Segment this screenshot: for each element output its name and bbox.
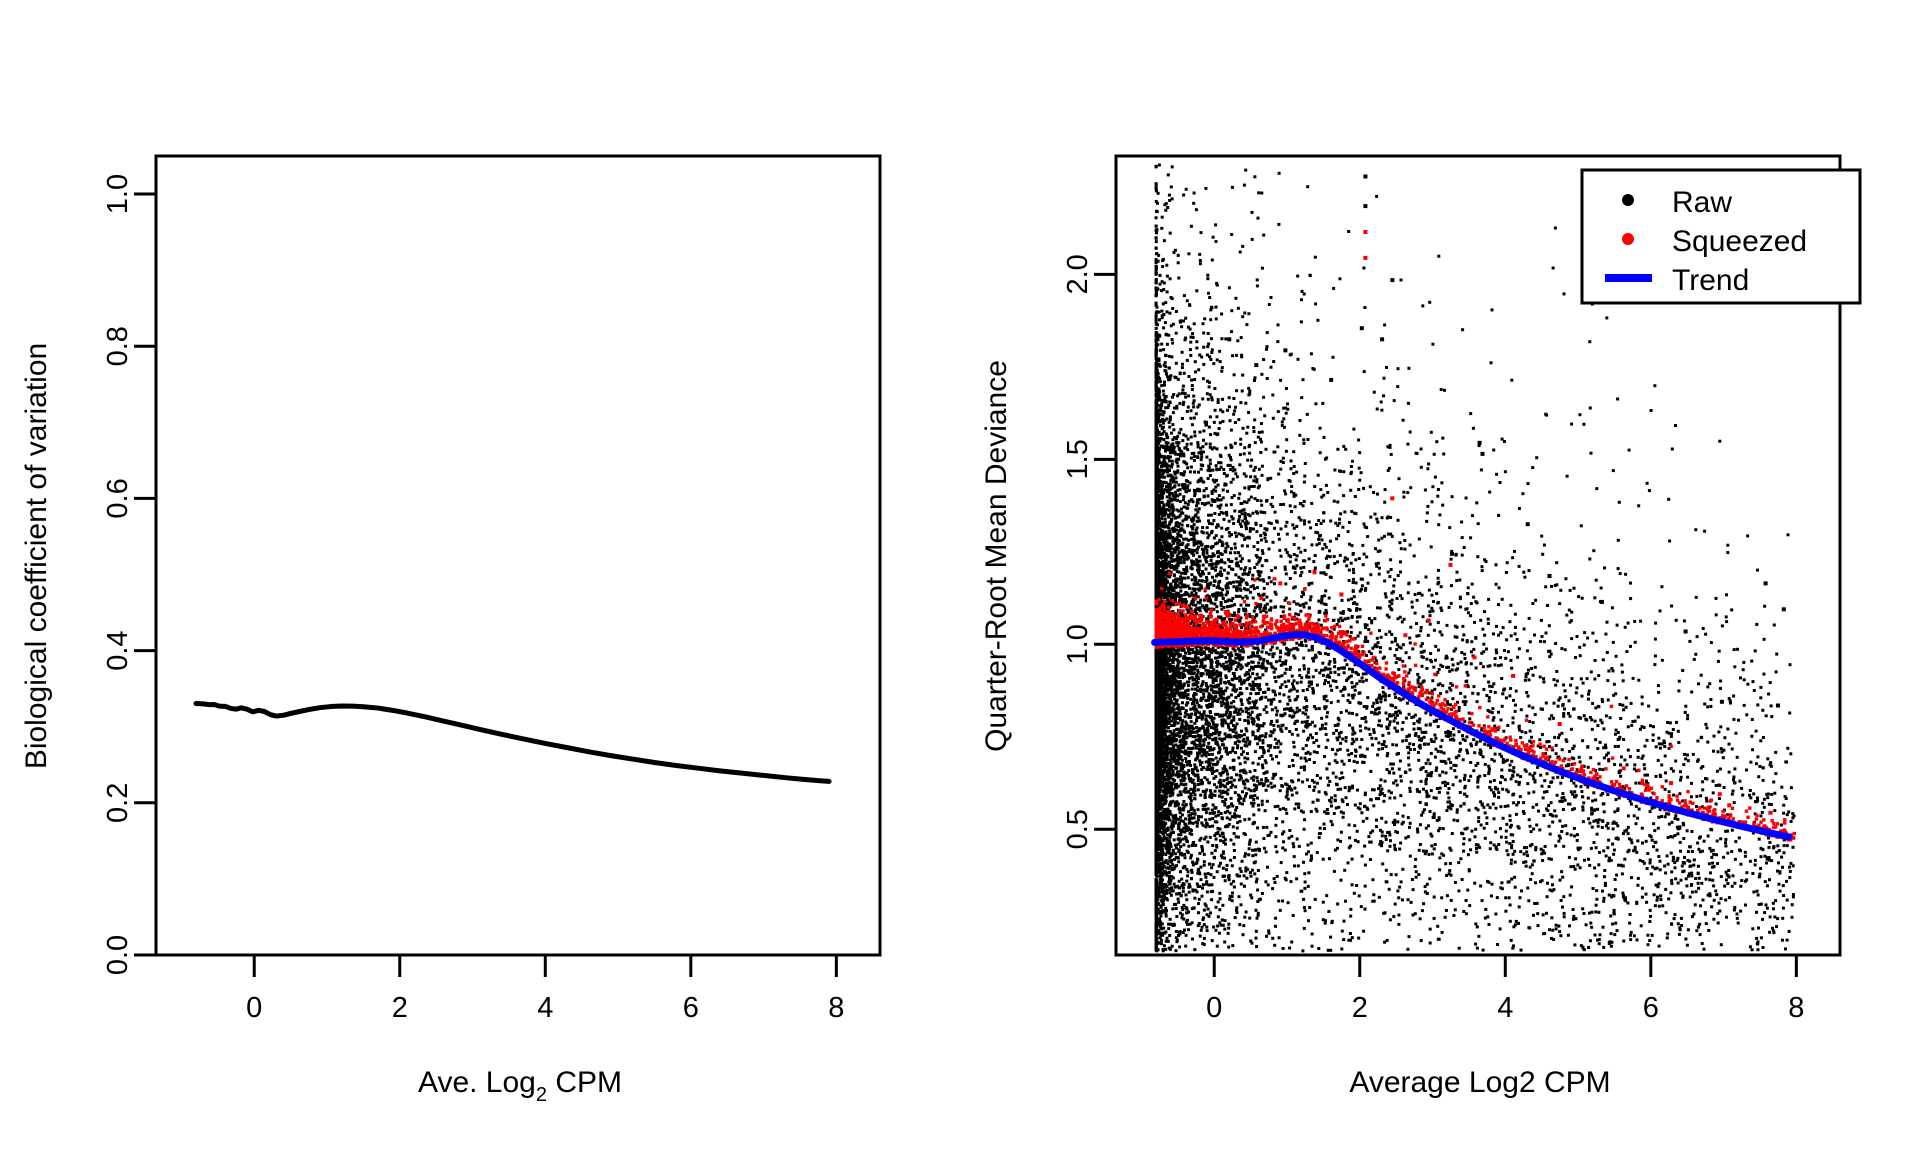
y-tick-label: 0.6 [102,478,134,518]
x-tick-label: 0 [246,992,262,1024]
y-tick-label: 0.0 [102,935,134,975]
y-tick-label: 2.0 [1062,254,1094,294]
x-tick-label: 4 [1497,992,1513,1024]
mean-deviance-panel: 0.5 1.0 1.5 2.0 0 2 4 6 8 Quarter-Root Mean Dev… [960,0,1920,1152]
x-axis-title-left-pre: Ave. Log [418,1066,536,1099]
x-tick-label: 2 [1352,992,1368,1024]
x-axis-tick-labels-left: 0 2 4 6 8 [246,992,844,1024]
y-axis-title-right: Quarter-Root Mean Deviance [980,360,1013,752]
bcv-panel: 0.0 0.2 0.4 0.6 0.8 1.0 0 2 4 6 8 Biological coef… [0,0,960,1152]
x-axis-title-left-sub: 2 [536,1084,547,1106]
y-axis-tick-labels-left: 0.0 0.2 0.4 0.6 0.8 1.0 [102,174,134,975]
y-axis-ticks-right [1094,272,1116,831]
x-axis-tick-labels-right: 0 2 4 6 8 [1206,992,1804,1024]
y-tick-label: 1.0 [102,174,134,214]
y-axis-title-left: Biological coefficient of variation [20,343,53,769]
y-tick-label: 0.8 [102,326,134,366]
x-tick-label: 4 [537,992,553,1024]
x-axis-ticks-left [252,955,838,977]
y-tick-label: 0.5 [1062,809,1094,849]
y-tick-label: 0.4 [102,630,134,670]
x-axis-title-left: Ave. Log2 CPM [418,1066,622,1106]
figure-root: 0.0 0.2 0.4 0.6 0.8 1.0 0 2 4 6 8 Biological coef… [0,0,1920,1152]
x-tick-label: 2 [392,992,408,1024]
y-tick-label: 0.2 [102,783,134,823]
bcv-trend-line [193,701,832,784]
squeezed-points-layer [1154,230,1796,842]
bcv-plot-svg: 0.0 0.2 0.4 0.6 0.8 1.0 0 2 4 6 8 Biological coef… [20,154,882,1106]
x-tick-label: 8 [828,992,844,1024]
legend-label-trend: Trend [1672,264,1749,297]
x-axis-title-left-post: CPM [547,1066,622,1099]
legend-marker-raw-icon [1622,194,1634,206]
mean-deviance-plot-svg: 0.5 1.0 1.5 2.0 0 2 4 6 8 Quarter-Root Mean Dev… [980,154,1862,1099]
y-axis-tick-labels-right: 0.5 1.0 1.5 2.0 [1062,254,1094,849]
x-tick-label: 8 [1788,992,1804,1024]
y-tick-label: 1.0 [1062,624,1094,664]
legend: Raw Squeezed Trend [1580,168,1862,305]
y-axis-ticks-left [134,192,156,957]
legend-label-raw: Raw [1672,186,1732,219]
x-axis-ticks-right [1212,955,1798,977]
x-tick-label: 6 [683,992,699,1024]
x-tick-label: 6 [1643,992,1659,1024]
x-tick-label: 0 [1206,992,1222,1024]
x-axis-title-right: Average Log2 CPM [1349,1066,1610,1099]
y-tick-label: 1.5 [1062,439,1094,479]
legend-label-squeezed: Squeezed [1672,225,1807,258]
plot-box-left [154,154,882,957]
legend-marker-squeezed-icon [1622,233,1634,245]
